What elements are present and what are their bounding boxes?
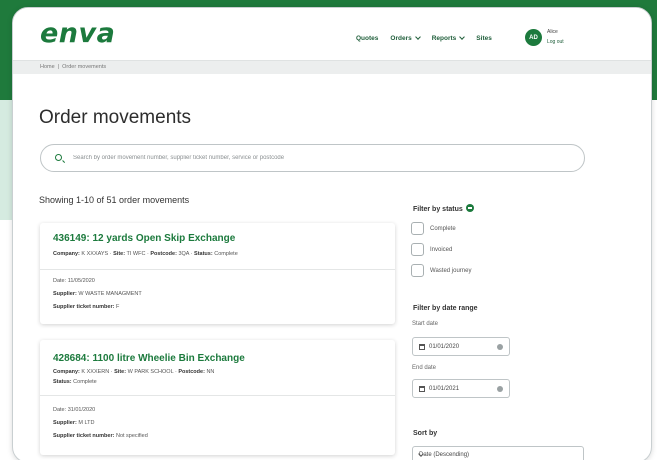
clear-date-icon[interactable] xyxy=(497,385,503,392)
company-value: K XXXAYS xyxy=(81,251,109,257)
company-label: Company: xyxy=(53,251,80,257)
breadcrumb-bar: Home | Order movements xyxy=(13,60,651,74)
nav-sites-label: Sites xyxy=(476,35,492,42)
sort-value: Date (Descending) xyxy=(419,452,470,458)
header: enva Quotes Orders Reports Sites AD Alic… xyxy=(13,8,651,60)
nav-orders[interactable]: Orders xyxy=(390,34,421,42)
ticket-label: Supplier ticket number: xyxy=(53,433,115,439)
ticket-value: F xyxy=(115,304,120,310)
filter-status-title: Filter by status xyxy=(413,205,463,213)
status-option-wasted-journey[interactable]: Wasted journey xyxy=(411,264,471,277)
search-input[interactable] xyxy=(73,152,573,164)
ticket-value: Not specified xyxy=(115,433,148,439)
order-card: 436149: 12 yards Open Skip Exchange Comp… xyxy=(40,223,395,324)
site-label: Site: xyxy=(114,369,127,375)
site-label: Site: xyxy=(113,251,126,257)
ticket-label: Supplier ticket number: xyxy=(53,304,115,310)
checkbox-complete[interactable] xyxy=(411,222,424,235)
logout-link[interactable]: Log out xyxy=(547,38,564,48)
order-status-line: Status: Complete xyxy=(53,379,97,385)
company-label: Company: xyxy=(53,369,80,375)
checkbox-wasted-journey-label: Wasted journey xyxy=(430,267,472,274)
order-date: Date: 31/01/2020 xyxy=(53,407,95,413)
order-title-link[interactable]: 428684: 1100 litre Wheelie Bin Exchange xyxy=(53,353,245,364)
order-meta-line: Company: K XXXAYS · Site: TI WFC · Postc… xyxy=(53,251,238,257)
nav-quotes[interactable]: Quotes xyxy=(356,35,378,42)
order-card: 428684: 1100 litre Wheelie Bin Exchange … xyxy=(40,340,395,455)
search-bar xyxy=(40,144,585,172)
order-ticket: Supplier ticket number: F xyxy=(53,304,119,310)
breadcrumb-current: Order movements xyxy=(62,64,107,70)
checkbox-complete-label: Complete xyxy=(430,225,456,232)
nav-quotes-label: Quotes xyxy=(356,35,379,42)
divider xyxy=(40,269,395,270)
nav-reports[interactable]: Reports xyxy=(431,34,466,42)
breadcrumb: Home | Order movements xyxy=(40,64,106,70)
supplier-value: W WASTE MANAGMENT xyxy=(78,291,142,297)
postcode-label: Postcode: xyxy=(150,251,177,257)
nav-sites[interactable]: Sites xyxy=(476,35,492,42)
breadcrumb-home[interactable]: Home xyxy=(40,64,55,70)
checkbox-invoiced-label: Invoiced xyxy=(430,246,453,253)
end-date-value: 01/01/2021 xyxy=(429,385,460,392)
nav-orders-label: Orders xyxy=(390,35,412,42)
checkbox-invoiced[interactable] xyxy=(411,243,424,256)
chevron-down-icon xyxy=(459,34,466,40)
start-date-label: Start date xyxy=(412,321,439,327)
calendar-icon xyxy=(419,343,425,350)
order-meta-line: Company: K XXXERN · Site: W PARK SCHOOL … xyxy=(53,369,215,375)
clear-date-icon[interactable] xyxy=(497,343,503,350)
user-avatar[interactable]: AD xyxy=(525,29,542,46)
results-count: Showing 1-10 of 51 order movements xyxy=(39,195,190,205)
order-ticket: Supplier ticket number: Not specified xyxy=(53,433,148,439)
filter-date-heading: Filter by date range xyxy=(413,305,478,312)
start-date-field[interactable]: 01/01/2020 xyxy=(412,337,510,356)
collapse-icon[interactable] xyxy=(465,204,474,212)
status-value: Complete xyxy=(214,251,238,257)
date-label: Date: xyxy=(53,278,67,284)
user-name: Alice xyxy=(547,29,558,35)
app-window: enva Quotes Orders Reports Sites AD Alic… xyxy=(12,7,652,460)
chevron-down-icon xyxy=(414,34,421,40)
date-value: 11/05/2020 xyxy=(67,278,95,284)
end-date-field[interactable]: 01/01/2021 xyxy=(412,379,510,398)
postcode-label: Postcode: xyxy=(178,369,205,375)
enva-logo[interactable]: enva xyxy=(40,18,115,49)
status-value: Complete xyxy=(73,379,97,385)
supplier-label: Supplier: xyxy=(53,291,77,297)
user-menu: Alice Log out xyxy=(547,28,564,47)
main-nav: Quotes Orders Reports Sites xyxy=(356,34,492,42)
site-value: W PARK SCHOOL xyxy=(127,369,174,375)
supplier-label: Supplier: xyxy=(53,420,77,426)
company-value: K XXXERN xyxy=(81,369,110,375)
breadcrumb-separator: | xyxy=(57,64,60,70)
date-label: Date: xyxy=(53,407,67,413)
status-label: Status: xyxy=(53,379,72,385)
page-title: Order movements xyxy=(39,107,192,128)
sort-select[interactable]: Date (Descending) xyxy=(412,446,584,460)
order-title-link[interactable]: 436149: 12 yards Open Skip Exchange xyxy=(53,233,235,244)
filter-status-heading: Filter by status xyxy=(413,204,474,213)
postcode-value: 3QA xyxy=(178,251,190,257)
date-value: 31/01/2020 xyxy=(67,407,96,413)
search-icon xyxy=(55,154,62,161)
site-value: TI WFC xyxy=(126,251,146,257)
supplier-value: M LTD xyxy=(78,420,95,426)
nav-reports-label: Reports xyxy=(431,35,457,42)
divider xyxy=(40,395,395,396)
checkbox-wasted-journey[interactable] xyxy=(411,264,424,277)
order-supplier: Supplier: M LTD xyxy=(53,420,94,426)
status-label: Status: xyxy=(194,251,213,257)
status-option-complete[interactable]: Complete xyxy=(411,222,456,235)
start-date-value: 01/01/2020 xyxy=(429,343,460,350)
status-option-invoiced[interactable]: Invoiced xyxy=(411,243,452,256)
order-supplier: Supplier: W WASTE MANAGMENT xyxy=(53,291,142,297)
calendar-icon xyxy=(419,385,425,392)
end-date-label: End date xyxy=(412,365,437,371)
sort-heading: Sort by xyxy=(413,430,438,437)
postcode-value: NN xyxy=(206,369,215,375)
order-date: Date: 11/05/2020 xyxy=(53,278,95,284)
